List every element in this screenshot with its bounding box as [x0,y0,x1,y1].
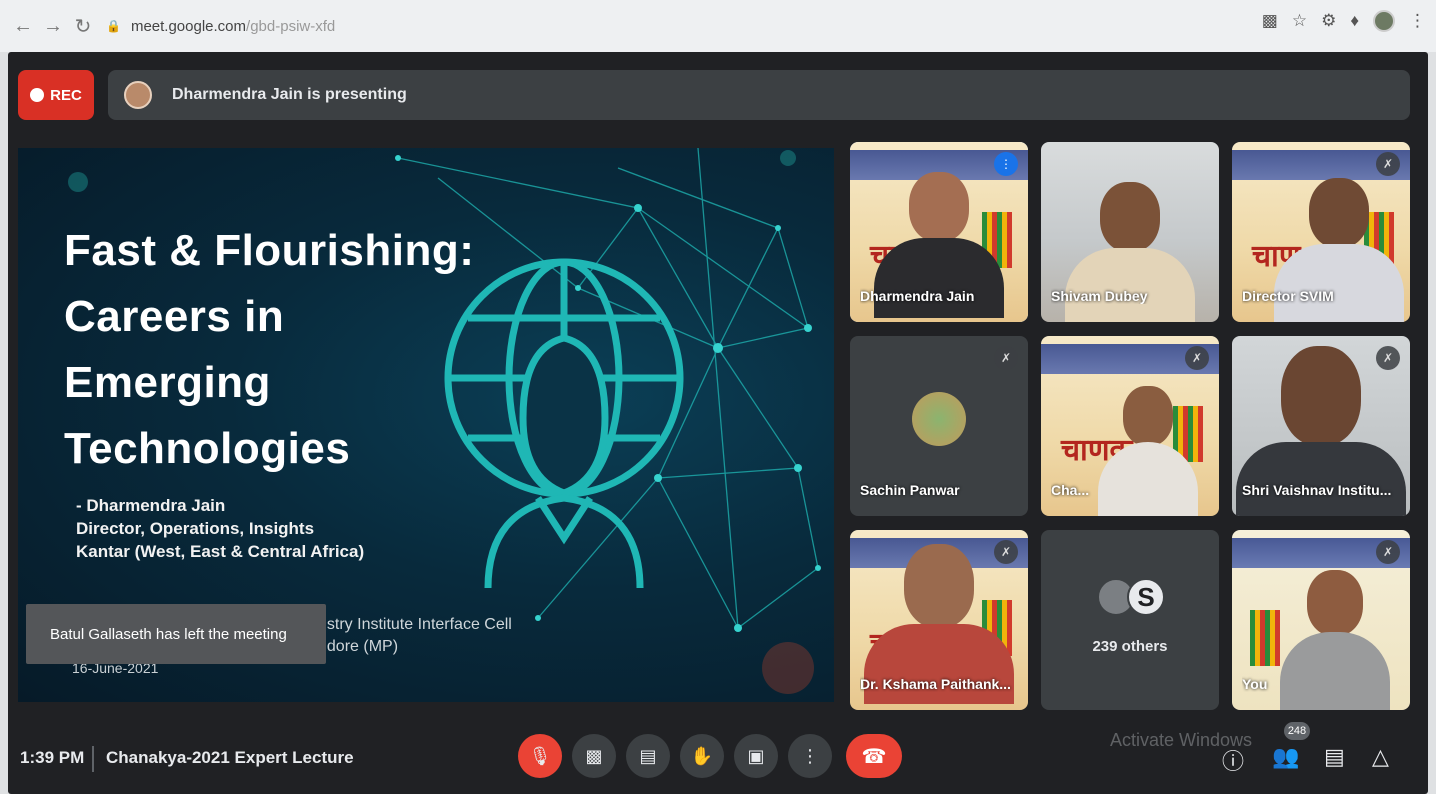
participant-name: Cha... [1051,482,1090,498]
slide-title: Fast & Flourishing: Careers in Emerging … [64,226,475,473]
others-count: 239 others [1092,638,1168,655]
participant-name: Shivam Dubey [1051,288,1148,304]
forward-arrow-icon[interactable]: → [38,11,68,41]
hand-icon: ✋ [690,745,714,766]
participant-name: Sachin Panwar [860,482,960,498]
meet-window: REC Dharmendra Jain is presenting Fast &… [8,52,1428,794]
mic-off-icon: ✗ [1376,346,1400,370]
extension-icon[interactable]: ⚙ [1321,11,1336,31]
clock-time: 1:39 PM [20,748,85,767]
camera-icon[interactable]: ▩ [1262,11,1278,31]
raise-hand-button[interactable]: ✋ [680,734,724,778]
slide-byline: - Dharmendra Jain Director, Operations, … [76,496,365,561]
captions-button[interactable]: ▤ [626,734,670,778]
url-host: meet.google.com [130,17,247,35]
extensions-area: ▩ ☆ ⚙ ♦ ⋮ [1262,10,1426,32]
participant-tile[interactable]: चाणक ✗ Cha... [1041,336,1219,516]
address-bar[interactable]: 🔒 meet.google.com /gbd-psiw-xfd [106,9,1286,43]
notification-toast: Batul Gallaseth has left the meeting [26,604,326,664]
participant-tile[interactable]: चाण ✗ Dr. Kshama Paithank... [850,530,1028,710]
hang-up-icon: ☎ [861,745,887,768]
divider [92,746,94,772]
mic-off-icon: ✗ [1376,152,1400,176]
avatar: S [1127,578,1165,616]
participant-tile[interactable]: ✗ Shri Vaishnav Institu... [1232,336,1410,516]
rec-label: REC [50,86,82,104]
lock-icon: 🔒 [106,19,121,33]
reload-icon[interactable]: ↻ [68,11,98,41]
others-avatars: S [1097,578,1165,616]
participant-name: You [1242,676,1268,692]
puzzle-icon[interactable]: ♦ [1350,11,1359,31]
self-tile[interactable]: ✗ You [1232,530,1410,710]
present-icon: ▣ [747,745,765,766]
participant-name: Shri Vaishnav Institu... [1242,482,1392,498]
participant-name: Director SVIM [1242,288,1334,304]
mic-off-icon: ✗ [1185,346,1209,370]
menu-dots-icon[interactable]: ⋮ [1409,11,1426,31]
profile-avatar[interactable] [1373,10,1395,32]
speaking-indicator-icon: ⋮ [994,152,1018,176]
watermark: Activate Windows [1110,730,1253,750]
presenter-avatar [124,81,152,109]
participant-avatar [912,392,966,446]
mic-off-icon: ✗ [1376,540,1400,564]
participants-count-badge: 248 [1284,722,1310,740]
presenting-text: Dharmendra Jain is presenting [172,86,407,103]
browser-toolbar: ← → ↻ 🔒 meet.google.com /gbd-psiw-xfd ▩ … [0,0,1436,52]
present-button[interactable]: ▣ [734,734,778,778]
participant-tile[interactable]: चाणक ⋮ Dharmendra Jain [850,142,1028,322]
captions-icon: ▤ [639,745,657,766]
record-dot-icon [30,88,45,102]
camera-icon: ▩ [585,745,603,766]
url-path: /gbd-psiw-xfd [246,17,336,35]
others-tile[interactable]: S 239 others [1041,530,1219,710]
mic-off-icon: ✗ [994,346,1018,370]
camera-button[interactable]: ▩ [572,734,616,778]
participant-name: Dharmendra Jain [860,288,975,304]
menu-dots-icon: ⋮ [801,745,819,766]
presenting-bar[interactable]: Dharmendra Jain is presenting [108,70,1410,120]
chat-icon[interactable]: ▤ [1324,744,1345,770]
slide-organization: ustry Institute Interface Cell ndore (MP… [318,616,512,655]
activities-icon[interactable]: △ [1372,744,1389,770]
participant-tile[interactable]: Shivam Dubey [1041,142,1219,322]
meeting-title: Chanakya-2021 Expert Lecture [106,748,354,767]
more-options-button[interactable]: ⋮ [788,734,832,778]
participant-name: Dr. Kshama Paithank... [860,676,1011,692]
back-arrow-icon[interactable]: ← [8,11,38,41]
recording-badge: REC [18,70,94,120]
participant-tile[interactable]: ✗ Sachin Panwar [850,336,1028,516]
browser-window: ← → ↻ 🔒 meet.google.com /gbd-psiw-xfd ▩ … [0,0,1436,794]
people-icon[interactable]: 👥 [1272,744,1299,770]
globe-person-icon [444,258,684,589]
star-icon[interactable]: ☆ [1292,11,1307,31]
participant-tile[interactable]: चाण ✗ Director SVIM [1232,142,1410,322]
mic-off-button[interactable]: 🎙 [518,734,562,778]
mic-off-icon: 🎙 [528,745,552,766]
leave-call-button[interactable]: ☎ [846,734,902,778]
mic-off-icon: ✗ [994,540,1018,564]
